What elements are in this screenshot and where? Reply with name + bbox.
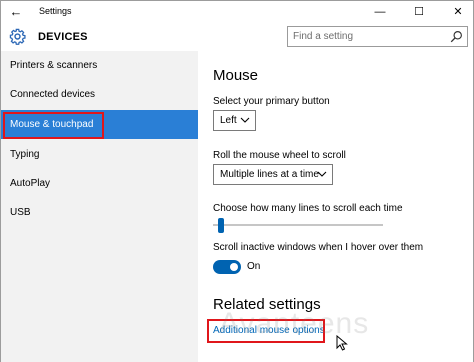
maximize-icon[interactable]: ☐ [404, 1, 434, 23]
scroll-inactive-toggle[interactable] [213, 260, 241, 274]
sidebar-item-printers-scanners[interactable]: Printers & scanners [1, 51, 198, 80]
main-content: Mouse Select your primary button Left Ro… [198, 51, 473, 362]
search-box[interactable] [287, 26, 468, 47]
back-arrow-icon[interactable]: ← [7, 3, 25, 21]
page-title: DEVICES [38, 31, 88, 43]
sidebar-item-usb[interactable]: USB [1, 198, 198, 227]
primary-button-label: Select your primary button [213, 96, 330, 107]
search-input[interactable] [293, 29, 443, 44]
chevron-down-icon [240, 117, 250, 123]
minimize-icon[interactable]: — [365, 1, 395, 23]
scroll-inactive-label: Scroll inactive windows when I hover ove… [213, 242, 424, 253]
lines-to-scroll-label: Choose how many lines to scroll each tim… [213, 203, 403, 214]
window-title: Settings [39, 6, 72, 16]
related-settings-title: Related settings [213, 296, 321, 313]
primary-button-value: Left [220, 115, 237, 126]
sidebar-item-autoplay[interactable]: AutoPlay [1, 169, 198, 198]
slider-thumb[interactable] [217, 218, 224, 233]
sidebar-item-connected-devices[interactable]: Connected devices [1, 80, 198, 109]
toggle-knob [230, 263, 238, 271]
search-icon[interactable] [450, 30, 463, 43]
primary-button-dropdown[interactable]: Left [213, 110, 256, 131]
toggle-state-label: On [247, 261, 261, 272]
sidebar: Printers & scanners Connected devices Mo… [1, 51, 198, 362]
gear-icon [9, 28, 26, 45]
page-header: DEVICES [1, 23, 473, 51]
mouse-section-title: Mouse [213, 67, 259, 84]
scroll-wheel-label: Roll the mouse wheel to scroll [213, 150, 346, 161]
mouse-cursor-icon [336, 335, 348, 351]
chevron-down-icon [317, 171, 327, 177]
title-bar: ← Settings — ☐ ✕ [1, 1, 473, 23]
lines-to-scroll-slider[interactable] [213, 224, 383, 226]
close-icon[interactable]: ✕ [443, 1, 473, 23]
additional-mouse-options-link[interactable]: Additional mouse options [213, 325, 325, 336]
settings-window: ← Settings — ☐ ✕ DEVICES Printers & scan… [0, 0, 474, 362]
sidebar-item-mouse-touchpad[interactable]: Mouse & touchpad [1, 110, 198, 139]
scroll-wheel-dropdown[interactable]: Multiple lines at a time [213, 164, 333, 185]
scroll-wheel-value: Multiple lines at a time [220, 169, 319, 180]
sidebar-item-typing[interactable]: Typing [1, 140, 198, 169]
